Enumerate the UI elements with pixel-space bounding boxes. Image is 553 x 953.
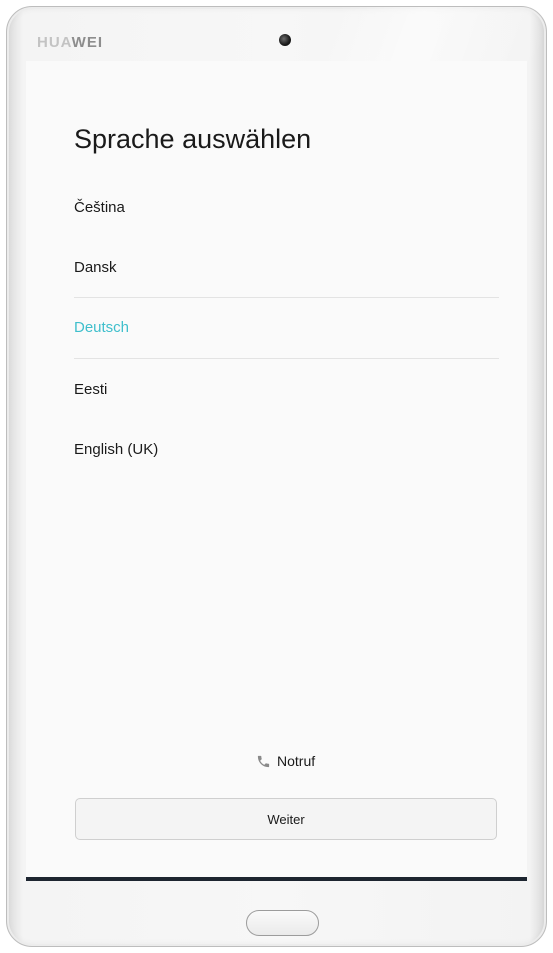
phone-icon bbox=[257, 755, 270, 767]
divider bbox=[74, 297, 499, 298]
home-button[interactable] bbox=[246, 910, 319, 936]
brand-logo-part-1: HUA bbox=[37, 34, 72, 51]
emergency-call-button[interactable]: Notruf bbox=[256, 751, 315, 771]
frame-reflection bbox=[316, 7, 553, 67]
page-title: Sprache auswählen bbox=[74, 124, 312, 154]
screen: Sprache auswählen Čeština Dansk Deutsch … bbox=[26, 61, 527, 879]
emergency-call-label: Notruf bbox=[277, 753, 316, 769]
language-item-dansk[interactable]: Dansk bbox=[74, 259, 117, 276]
divider bbox=[74, 358, 499, 359]
next-button[interactable]: Weiter bbox=[75, 798, 497, 840]
screen-bottom-edge bbox=[26, 877, 527, 881]
language-item-eesti[interactable]: Eesti bbox=[74, 381, 107, 398]
brand-logo-part-2: WEI bbox=[71, 34, 104, 51]
brand-logo: HUAWEI bbox=[37, 34, 103, 51]
language-item-english-uk[interactable]: English (UK) bbox=[74, 441, 158, 458]
language-item-deutsch[interactable]: Deutsch bbox=[74, 319, 129, 336]
language-item-cestina[interactable]: Čeština bbox=[74, 199, 125, 216]
front-camera bbox=[279, 34, 291, 46]
